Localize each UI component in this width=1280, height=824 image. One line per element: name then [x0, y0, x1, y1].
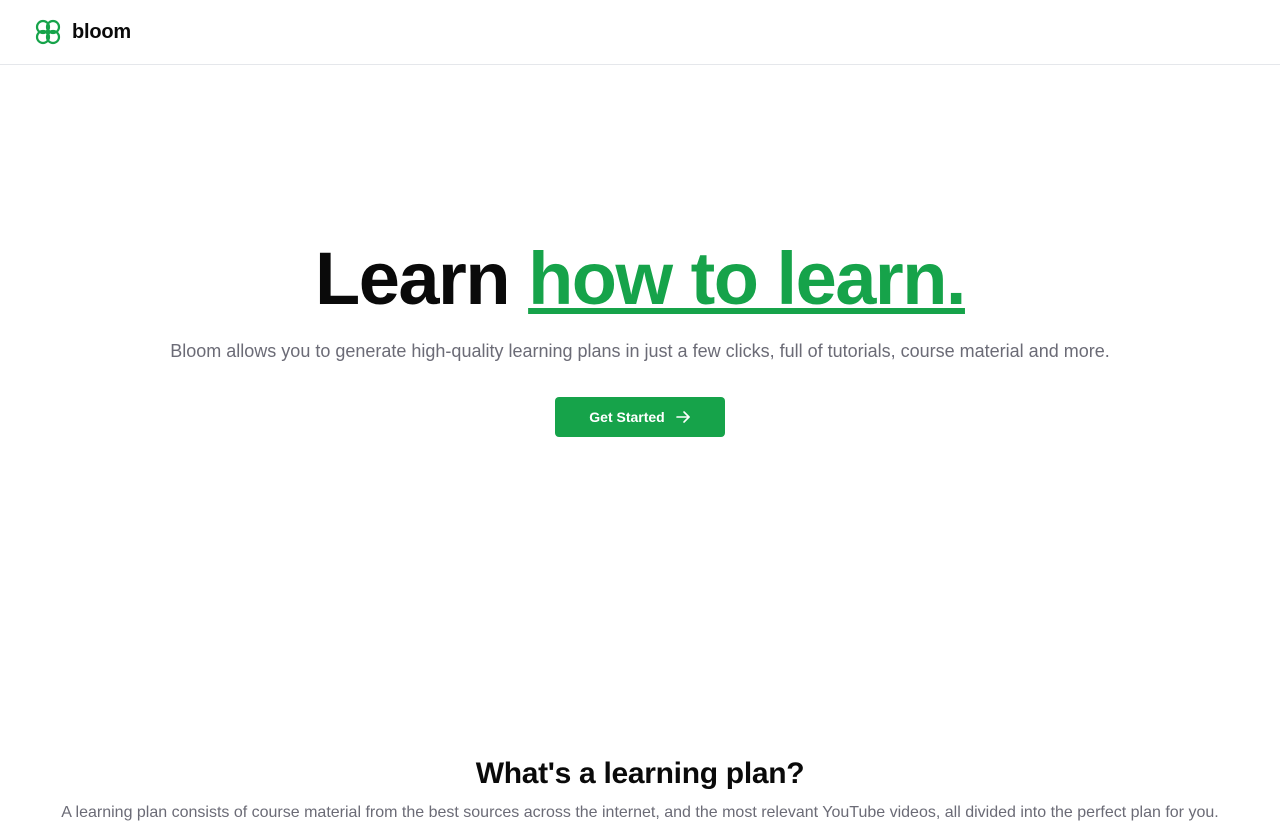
brand-logo-link[interactable]: bloom — [34, 18, 131, 46]
flower-icon — [35, 19, 61, 45]
arrow-right-icon — [675, 411, 690, 423]
get-started-label: Get Started — [589, 409, 665, 425]
learning-plan-heading: What's a learning plan? — [475, 757, 805, 790]
hero-title: Learn how to learn. — [0, 237, 1280, 321]
hero-subtitle: Bloom allows you to generate high-qualit… — [170, 341, 1110, 361]
get-started-button[interactable]: Get Started — [555, 397, 725, 437]
hero-title-accent: how to learn. — [528, 237, 966, 320]
learning-plan-description: A learning plan consists of course mater… — [61, 804, 1219, 821]
hero-title-plain: Learn — [315, 237, 529, 320]
site-header: bloom — [0, 0, 1280, 65]
brand-name: bloom — [72, 20, 131, 43]
